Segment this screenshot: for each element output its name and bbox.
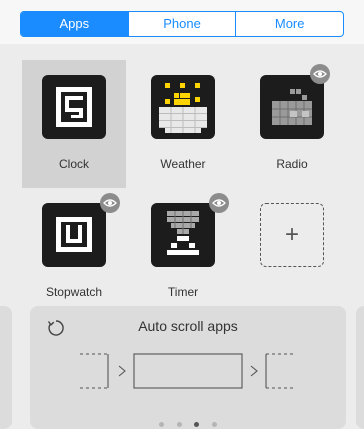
auto-scroll-title: Auto scroll apps <box>138 318 238 334</box>
app-stopwatch[interactable]: Stopwatch <box>22 188 126 316</box>
app-label: Stopwatch <box>45 285 103 299</box>
page-dot[interactable] <box>176 422 182 427</box>
weather-icon <box>151 75 215 139</box>
clock-icon <box>42 75 106 139</box>
tab-more[interactable]: More <box>236 12 343 36</box>
radio-icon <box>260 75 324 139</box>
plus-icon: + <box>284 221 299 248</box>
next-panel-peek[interactable] <box>356 306 364 429</box>
app-label: Timer <box>167 285 199 299</box>
prev-panel-peek[interactable] <box>0 306 12 429</box>
page-dot-active[interactable] <box>194 422 200 427</box>
page-dot[interactable] <box>211 422 217 427</box>
tab-phone[interactable]: Phone <box>129 12 237 36</box>
app-timer[interactable]: Timer <box>131 188 235 316</box>
hidden-eye-icon[interactable] <box>100 193 120 213</box>
tab-apps[interactable]: Apps <box>21 12 129 36</box>
app-label: Weather <box>160 157 206 171</box>
auto-scroll-diagram-icon <box>80 353 294 389</box>
segmented-control: Apps Phone More <box>20 11 344 37</box>
hidden-eye-icon[interactable] <box>310 64 330 84</box>
page-dot[interactable] <box>159 422 165 427</box>
app-weather[interactable]: Weather <box>131 60 235 188</box>
top-bar: Apps Phone More <box>0 0 364 44</box>
app-label: Radio <box>276 157 308 171</box>
stopwatch-icon <box>42 203 106 267</box>
app-clock[interactable]: Clock <box>22 60 126 188</box>
auto-scroll-panel[interactable]: Auto scroll apps <box>30 306 346 429</box>
hidden-eye-icon[interactable] <box>209 193 229 213</box>
app-radio[interactable]: Radio <box>240 60 344 188</box>
add-app-slot[interactable]: + <box>240 188 344 316</box>
app-label: Clock <box>58 157 89 171</box>
add-app-button[interactable]: + <box>260 203 324 267</box>
timer-icon <box>151 203 215 267</box>
page-indicator <box>30 414 346 429</box>
